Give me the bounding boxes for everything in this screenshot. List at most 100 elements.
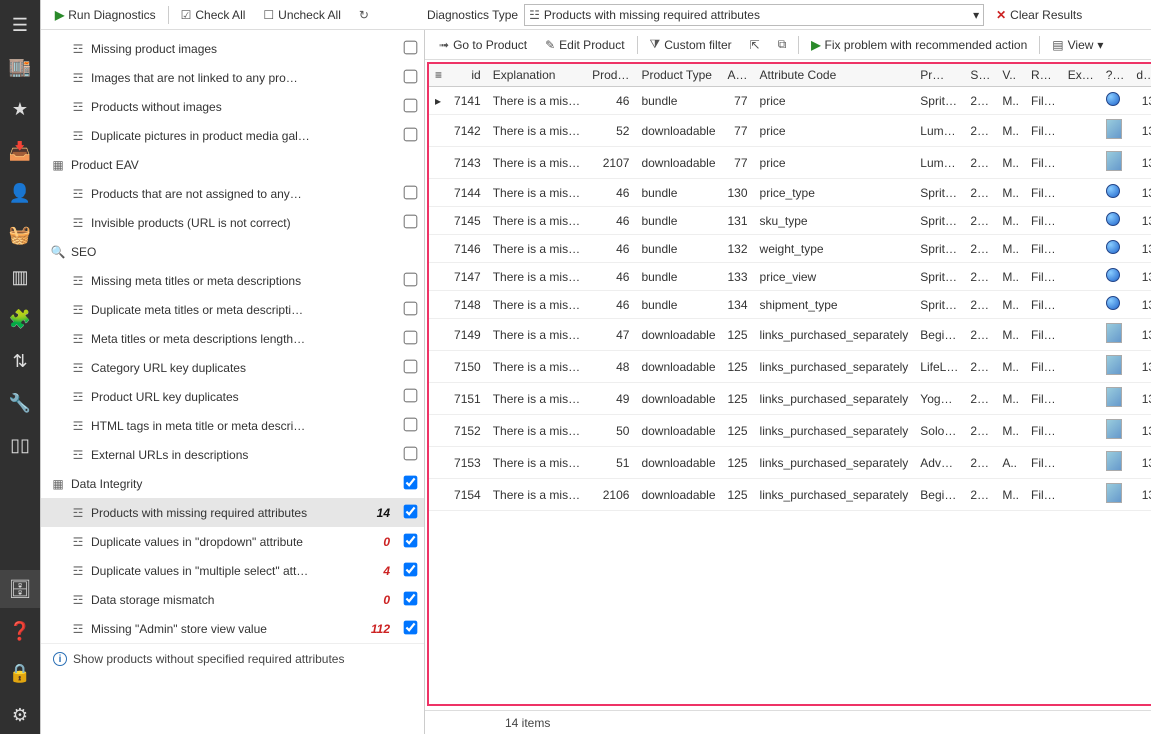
fix-problem-button[interactable]: ▶ Fix problem with recommended action: [805, 36, 1033, 54]
table-row[interactable]: 7150There is a mis…48downloadable125link…: [429, 351, 1151, 383]
col-header[interactable]: Pr…: [914, 64, 964, 87]
tree-category[interactable]: 🔍SEO: [41, 237, 424, 266]
table-row[interactable]: 7145There is a mis…46bundle131sku_typeSp…: [429, 207, 1151, 235]
tree-item[interactable]: ☲Invisible products (URL is not correct): [41, 208, 424, 237]
diagnostics-type-dropdown[interactable]: ☳ Products with missing required attribu…: [524, 4, 984, 26]
tree-item-checkbox[interactable]: [396, 302, 424, 318]
tree-item-checkbox[interactable]: [396, 418, 424, 434]
table-row[interactable]: 7151There is a mis…49downloadable125link…: [429, 383, 1151, 415]
col-header[interactable]: ≡: [429, 64, 448, 87]
table-row[interactable]: 7144There is a mis…46bundle130price_type…: [429, 179, 1151, 207]
rail-transfer-icon[interactable]: ⇅: [0, 342, 40, 380]
col-header[interactable]: S…: [964, 64, 996, 87]
tree-item[interactable]: ☲Meta titles or meta descriptions length…: [41, 324, 424, 353]
col-header[interactable]: Prod…: [586, 64, 635, 87]
cell: 48: [586, 351, 635, 383]
col-header[interactable]: Ex…: [1062, 64, 1100, 87]
tree-item-checkbox[interactable]: [396, 186, 424, 202]
col-header[interactable]: V..: [996, 64, 1025, 87]
tree-item-checkbox[interactable]: [396, 70, 424, 86]
tree-item-checkbox[interactable]: [396, 360, 424, 376]
tree-item-checkbox[interactable]: [396, 389, 424, 405]
refresh-button[interactable]: ↻: [353, 6, 375, 24]
rail-star-icon[interactable]: ★: [0, 90, 40, 128]
col-header[interactable]: d…: [1130, 64, 1151, 87]
table-row[interactable]: 7148There is a mis…46bundle134shipment_t…: [429, 291, 1151, 319]
copy-button[interactable]: ⧉: [772, 35, 793, 54]
tree-item[interactable]: ☲Missing product images: [41, 34, 424, 63]
cell: [429, 179, 448, 207]
table-row[interactable]: 7152There is a mis…50downloadable125link…: [429, 415, 1151, 447]
check-all-button[interactable]: ☑ Check All: [175, 6, 252, 24]
tree-item[interactable]: ☲Duplicate meta titles or meta descripti…: [41, 295, 424, 324]
tree-item-checkbox[interactable]: [396, 534, 424, 550]
col-header[interactable]: Product Type: [635, 64, 721, 87]
table-row[interactable]: 7149There is a mis…47downloadable125link…: [429, 319, 1151, 351]
tree-item[interactable]: ☲Products without images: [41, 92, 424, 121]
run-diagnostics-button[interactable]: ▶ Run Diagnostics: [49, 6, 162, 24]
clear-results-button[interactable]: ✕ Clear Results: [990, 6, 1088, 24]
view-dropdown[interactable]: ▤ View ▾: [1046, 36, 1109, 54]
tree-item[interactable]: ☲External URLs in descriptions: [41, 440, 424, 469]
tree-item[interactable]: ☲Duplicate values in "dropdown" attribut…: [41, 527, 424, 556]
tree-category[interactable]: ▦Data Integrity: [41, 469, 424, 498]
table-row[interactable]: 7154There is a mis…2106downloadable125li…: [429, 479, 1151, 511]
uncheck-all-button[interactable]: ☐ Uncheck All: [257, 6, 346, 24]
col-header[interactable]: A…: [722, 64, 754, 87]
results-grid[interactable]: ≡idExplanationProd…Product TypeA…Attribu…: [429, 64, 1151, 511]
tree-item-checkbox[interactable]: [396, 592, 424, 608]
col-header[interactable]: Attribute Code: [754, 64, 915, 87]
table-row[interactable]: 7153There is a mis…51downloadable125link…: [429, 447, 1151, 479]
tree-item-checkbox[interactable]: [396, 621, 424, 637]
rail-help-icon[interactable]: ❓: [0, 612, 40, 650]
tree-item-checkbox[interactable]: [396, 215, 424, 231]
tree-item-checkbox[interactable]: [396, 331, 424, 347]
goto-product-button[interactable]: ➟ Go to Product: [433, 36, 533, 54]
tree-category[interactable]: ▦Product EAV: [41, 150, 424, 179]
tree-item[interactable]: ☲Products that are not assigned to any…: [41, 179, 424, 208]
table-row[interactable]: 7143There is a mis…2107downloadable77pri…: [429, 147, 1151, 179]
tree-item-checkbox[interactable]: [396, 447, 424, 463]
tree-item[interactable]: ☲Missing meta titles or meta description…: [41, 266, 424, 295]
tree-item-checkbox[interactable]: [396, 273, 424, 289]
tree-item[interactable]: ☲Images that are not linked to any pro…: [41, 63, 424, 92]
rail-diagnostics-icon[interactable]: 🗄: [0, 570, 40, 608]
tree-item[interactable]: ☲Data storage mismatch0: [41, 585, 424, 614]
export-button[interactable]: ⇱: [744, 36, 766, 54]
edit-product-button[interactable]: ✎ Edit Product: [539, 36, 630, 54]
col-header[interactable]: R…: [1025, 64, 1062, 87]
tree-item[interactable]: ☲Products with missing required attribut…: [41, 498, 424, 527]
tree-item[interactable]: ☲Duplicate values in "multiple select" a…: [41, 556, 424, 585]
table-row[interactable]: 7147There is a mis…46bundle133price_view…: [429, 263, 1151, 291]
rail-gear-icon[interactable]: ⚙: [0, 696, 40, 734]
tree-item[interactable]: ☲Category URL key duplicates: [41, 353, 424, 382]
tree-item[interactable]: ☲Product URL key duplicates: [41, 382, 424, 411]
cell: 2…: [964, 207, 996, 235]
tree-item-checkbox[interactable]: [396, 563, 424, 579]
rail-store-icon[interactable]: 🏬: [0, 48, 40, 86]
rail-wrench-icon[interactable]: 🔧: [0, 384, 40, 422]
rail-chart-icon[interactable]: ▥: [0, 258, 40, 296]
rail-basket-icon[interactable]: 🧺: [0, 216, 40, 254]
tree-item-checkbox[interactable]: [396, 128, 424, 144]
table-row[interactable]: 7146There is a mis…46bundle132weight_typ…: [429, 235, 1151, 263]
tree-item[interactable]: ☲Missing "Admin" store view value112: [41, 614, 424, 643]
tree-item-checkbox[interactable]: [396, 41, 424, 57]
col-header[interactable]: ?…: [1100, 64, 1131, 87]
tree-item[interactable]: ☲HTML tags in meta title or meta descri…: [41, 411, 424, 440]
custom-filter-button[interactable]: ⧩ Custom filter: [644, 35, 738, 54]
rail-lock-icon[interactable]: 🔒: [0, 654, 40, 692]
rail-columns-icon[interactable]: ▯▯: [0, 426, 40, 464]
tree-item-checkbox[interactable]: [396, 505, 424, 521]
col-header[interactable]: id: [448, 64, 487, 87]
rail-inbox-icon[interactable]: 📥: [0, 132, 40, 170]
rail-puzzle-icon[interactable]: 🧩: [0, 300, 40, 338]
tree-item-checkbox[interactable]: [396, 476, 424, 492]
col-header[interactable]: Explanation: [487, 64, 586, 87]
rail-user-icon[interactable]: 👤: [0, 174, 40, 212]
rail-menu-icon[interactable]: ☰: [0, 6, 40, 44]
tree-item-checkbox[interactable]: [396, 99, 424, 115]
tree-item[interactable]: ☲Duplicate pictures in product media gal…: [41, 121, 424, 150]
table-row[interactable]: 7142There is a mis…52downloadable77price…: [429, 115, 1151, 147]
table-row[interactable]: ▸7141There is a mis…46bundle77priceSprit…: [429, 87, 1151, 115]
